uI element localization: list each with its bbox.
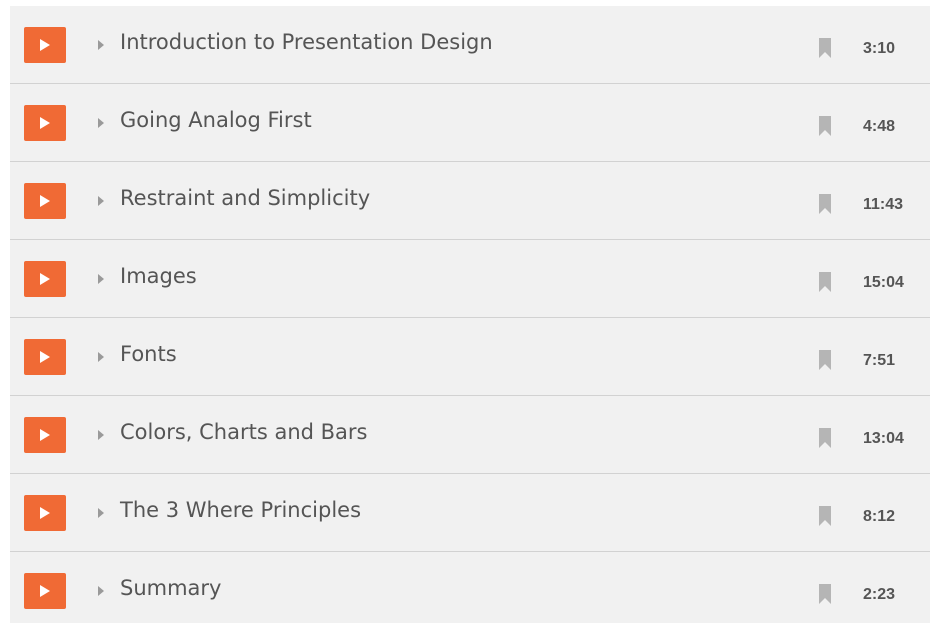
play-icon <box>40 585 50 597</box>
play-button[interactable] <box>24 183 66 219</box>
lesson-title[interactable]: Restraint and Simplicity <box>120 186 370 210</box>
play-button[interactable] <box>24 339 66 375</box>
lesson-duration: 8:12 <box>863 508 896 525</box>
play-icon <box>40 507 50 519</box>
bookmark-icon[interactable] <box>819 194 831 214</box>
caret-right-icon[interactable] <box>98 118 104 128</box>
lesson-title[interactable]: Colors, Charts and Bars <box>120 420 367 444</box>
bookmark-icon[interactable] <box>819 428 831 448</box>
bookmark-icon[interactable] <box>819 272 831 292</box>
lesson-row: Introduction to Presentation Design 3:10 <box>10 6 930 84</box>
play-icon <box>40 429 50 441</box>
lesson-row: Colors, Charts and Bars 13:04 <box>10 396 930 474</box>
lesson-duration: 7:51 <box>863 352 896 369</box>
caret-right-icon[interactable] <box>98 430 104 440</box>
bookmark-icon[interactable] <box>819 350 831 370</box>
caret-right-icon[interactable] <box>98 586 104 596</box>
caret-right-icon[interactable] <box>98 196 104 206</box>
caret-right-icon[interactable] <box>98 274 104 284</box>
lesson-row: Restraint and Simplicity 11:43 <box>10 162 930 240</box>
lesson-title[interactable]: Images <box>120 264 197 288</box>
lesson-row: Images 15:04 <box>10 240 930 318</box>
caret-right-icon[interactable] <box>98 352 104 362</box>
lesson-title[interactable]: The 3 Where Principles <box>120 498 361 522</box>
play-button[interactable] <box>24 27 66 63</box>
play-button[interactable] <box>24 495 66 531</box>
lesson-duration: 13:04 <box>863 430 904 447</box>
play-icon <box>40 195 50 207</box>
play-icon <box>40 117 50 129</box>
lesson-duration: 15:04 <box>863 274 904 291</box>
bookmark-icon[interactable] <box>819 584 831 604</box>
lesson-title[interactable]: Summary <box>120 576 221 600</box>
bookmark-icon[interactable] <box>819 38 831 58</box>
lesson-title[interactable]: Going Analog First <box>120 108 312 132</box>
lesson-row: Summary 2:23 <box>10 552 930 623</box>
bookmark-icon[interactable] <box>819 506 831 526</box>
play-icon <box>40 273 50 285</box>
lesson-duration: 2:23 <box>863 586 896 603</box>
play-icon <box>40 39 50 51</box>
lesson-title[interactable]: Introduction to Presentation Design <box>120 30 493 54</box>
caret-right-icon[interactable] <box>98 40 104 50</box>
lesson-duration: 3:10 <box>863 40 896 57</box>
lesson-duration: 4:48 <box>863 118 896 135</box>
lesson-row: Going Analog First 4:48 <box>10 84 930 162</box>
lesson-list: Introduction to Presentation Design 3:10… <box>10 6 930 623</box>
lesson-duration: 11:43 <box>863 196 904 213</box>
play-button[interactable] <box>24 105 66 141</box>
lesson-row: Fonts 7:51 <box>10 318 930 396</box>
play-button[interactable] <box>24 417 66 453</box>
lesson-title[interactable]: Fonts <box>120 342 177 366</box>
bookmark-icon[interactable] <box>819 116 831 136</box>
play-button[interactable] <box>24 261 66 297</box>
caret-right-icon[interactable] <box>98 508 104 518</box>
play-button[interactable] <box>24 573 66 609</box>
play-icon <box>40 351 50 363</box>
lesson-row: The 3 Where Principles 8:12 <box>10 474 930 552</box>
